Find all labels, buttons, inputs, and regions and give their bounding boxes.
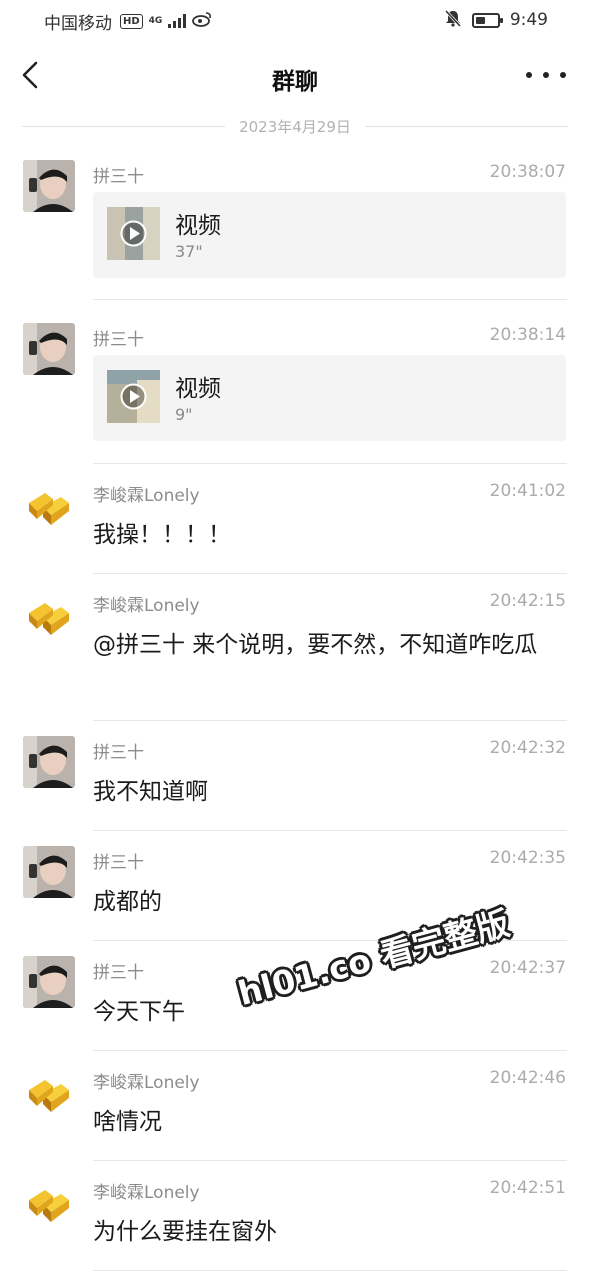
video-label: 视频 [175,376,221,402]
message-text: 为什么要挂在窗外 [93,1219,277,1245]
divider-line [364,125,568,127]
avatar[interactable] [23,846,75,898]
carrier-label: 中国移动 [44,14,112,34]
clock: 9:49 [509,10,548,30]
sender-name: 拼三十 [93,853,144,873]
sender-name: 李峻霖Lonely [93,1183,200,1203]
mute-bell-icon [444,9,462,31]
more-dot-icon [543,72,549,78]
avatar[interactable] [23,1066,75,1118]
battery-icon [471,12,503,28]
video-thumbnail [107,370,160,423]
video-message[interactable]: 视频 9" [93,355,566,441]
status-right: 9:49 [444,9,548,31]
message-time: 20:42:15 [489,591,566,611]
video-message[interactable]: 视频 37" [93,192,566,278]
message-text: @拼三十 来个说明，要不然，不知道咋吃瓜 [93,632,538,658]
message-item: 李峻霖Lonely 20:42:51 为什么要挂在窗外 [0,1161,590,1271]
sender-name: 拼三十 [93,743,144,763]
gold-bars-icon [23,589,75,641]
gold-bars-icon [23,1176,75,1228]
signal-icon [168,14,187,28]
message-time: 20:41:02 [489,481,566,501]
avatar[interactable] [23,589,75,641]
network-indicators: HD 4G [120,11,212,31]
message-item: 拼三十 20:42:32 我不知道啊 [0,721,590,831]
video-duration: 37" [175,242,203,261]
sender-name: 拼三十 [93,330,144,350]
gold-bars-icon [23,479,75,531]
person-photo-icon [23,956,75,1008]
avatar[interactable] [23,956,75,1008]
message-list: 拼三十 20:38:07 视频 37" 拼三十 20:38:14 视频 9" 李… [0,145,590,1271]
more-dot-icon [526,72,532,78]
message-time: 20:38:07 [489,162,566,182]
message-time: 20:42:32 [489,738,566,758]
hd-badge: HD [120,13,143,29]
message-time: 20:42:35 [489,848,566,868]
status-bar: 中国移动 HD 4G 9:49 [0,0,590,40]
sender-name: 拼三十 [93,167,144,187]
person-photo-icon [23,323,75,375]
more-options-button[interactable] [526,59,566,91]
gold-bars-icon [23,1066,75,1118]
date-divider: 2023年4月29日 [22,115,568,137]
sender-name: 李峻霖Lonely [93,1073,200,1093]
avatar[interactable] [23,1176,75,1228]
video-duration: 9" [175,405,193,424]
message-text: 啥情况 [93,1109,162,1135]
avatar[interactable] [23,160,75,212]
sender-name: 拼三十 [93,963,144,983]
network-type-label: 4G [148,15,163,26]
weibo-icon [192,11,212,31]
message-time: 20:38:14 [489,325,566,345]
message-text: 我不知道啊 [93,779,208,805]
message-text: 我操！！！！ [93,522,231,548]
separator [93,1270,567,1271]
message-item: 李峻霖Lonely 20:42:15 @拼三十 来个说明，要不然，不知道咋吃瓜 [0,574,590,721]
avatar[interactable] [23,323,75,375]
message-time: 20:42:51 [489,1178,566,1198]
divider-line [22,125,226,127]
message-time: 20:42:46 [489,1068,566,1088]
message-item: 李峻霖Lonely 20:42:46 啥情况 [0,1051,590,1161]
video-thumbnail [107,207,160,260]
sender-name: 李峻霖Lonely [93,596,200,616]
page-title: 群聊 [272,69,318,95]
date-label: 2023年4月29日 [239,117,351,136]
avatar[interactable] [23,736,75,788]
person-photo-icon [23,160,75,212]
sender-name: 李峻霖Lonely [93,486,200,506]
more-dot-icon [560,72,566,78]
message-item: 拼三十 20:38:14 视频 9" [0,300,590,464]
message-item: 李峻霖Lonely 20:41:02 我操！！！！ [0,464,590,574]
video-label: 视频 [175,213,221,239]
avatar[interactable] [23,479,75,531]
message-item: 拼三十 20:38:07 视频 37" [0,145,590,300]
person-photo-icon [23,846,75,898]
person-photo-icon [23,736,75,788]
chat-header: 群聊 [0,45,590,107]
